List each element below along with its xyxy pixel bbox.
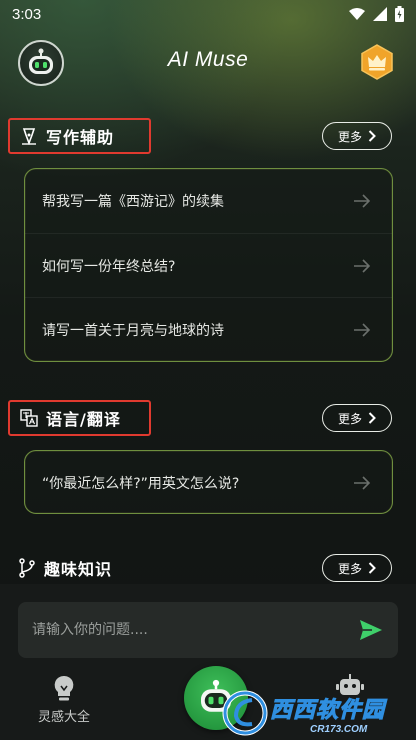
card-writing: 帮我写一篇《西游记》的续集 如何写一份年终总结? 请写一首关于月亮与地球的诗: [24, 168, 393, 362]
question-input-box: [18, 602, 398, 658]
prompt-text: 请写一首关于月亮与地球的诗: [42, 322, 224, 339]
lightbulb-icon: [54, 675, 74, 701]
wifi-icon: [349, 8, 365, 20]
prompt-text: 如何写一份年终总结?: [42, 258, 176, 275]
app-header: AI Muse: [0, 36, 416, 88]
app-title: AI Muse: [167, 48, 249, 71]
branch-icon: [19, 558, 35, 578]
prompt-item[interactable]: “你最近怎么样?”用英文怎么说?: [25, 451, 392, 515]
watermark-brand: 西西软件园: [269, 696, 386, 722]
chevron-right-icon: [368, 562, 376, 574]
send-icon[interactable]: [358, 617, 384, 643]
more-button-fun[interactable]: 更多: [322, 554, 392, 582]
more-button-translate[interactable]: 更多: [322, 404, 392, 432]
card-translate: “你最近怎么样?”用英文怎么说?: [24, 450, 393, 514]
status-time: 3:03: [12, 5, 42, 23]
watermark: 西西软件园 CR173.COM: [222, 686, 416, 740]
section-fun-label: 趣味知识: [44, 560, 113, 579]
prompt-item[interactable]: 请写一首关于月亮与地球的诗: [25, 297, 392, 361]
vip-badge[interactable]: [360, 44, 394, 80]
prompt-text: “你最近怎么样?”用英文怎么说?: [42, 476, 240, 492]
arrow-right-icon: [354, 476, 371, 490]
section-writing-label: 写作辅助: [46, 128, 115, 147]
arrow-right-icon: [354, 322, 371, 337]
section-translate-label: 语言/翻译: [46, 410, 121, 429]
pen-nib-icon: [22, 128, 36, 145]
battery-icon: [395, 6, 404, 22]
status-bar: 3:03: [0, 0, 416, 28]
crown-icon: [361, 44, 393, 80]
section-translate-header: 语言/翻译 更多: [0, 400, 416, 440]
more-button-writing[interactable]: 更多: [322, 122, 392, 150]
nav-inspiration-label: 灵感大全: [38, 710, 91, 725]
arrow-right-icon: [354, 194, 371, 208]
prompt-item[interactable]: 如何写一份年终总结?: [25, 233, 392, 297]
more-label: 更多: [337, 411, 362, 426]
section-fun-title: 趣味知识: [8, 550, 122, 586]
watermark-url: CR173.COM: [310, 723, 368, 735]
section-writing-title: 写作辅助: [8, 118, 151, 154]
section-writing-header: 写作辅助 更多: [0, 118, 416, 158]
nav-inspiration[interactable]: 灵感大全: [38, 674, 90, 725]
status-icons: [349, 6, 404, 22]
chevron-right-icon: [368, 412, 376, 424]
arrow-right-icon: [354, 258, 371, 273]
watermark-logo-icon: [222, 690, 268, 736]
translate-icon: [20, 409, 38, 427]
question-input[interactable]: [32, 622, 358, 638]
prompt-text: 帮我写一篇《西游记》的续集: [42, 194, 224, 210]
more-label: 更多: [337, 129, 362, 144]
more-label: 更多: [337, 561, 362, 576]
signal-icon: [373, 7, 387, 21]
section-translate-title: 语言/翻译: [8, 400, 151, 436]
prompt-item[interactable]: 帮我写一篇《西游记》的续集: [25, 169, 392, 233]
chevron-right-icon: [368, 130, 376, 142]
